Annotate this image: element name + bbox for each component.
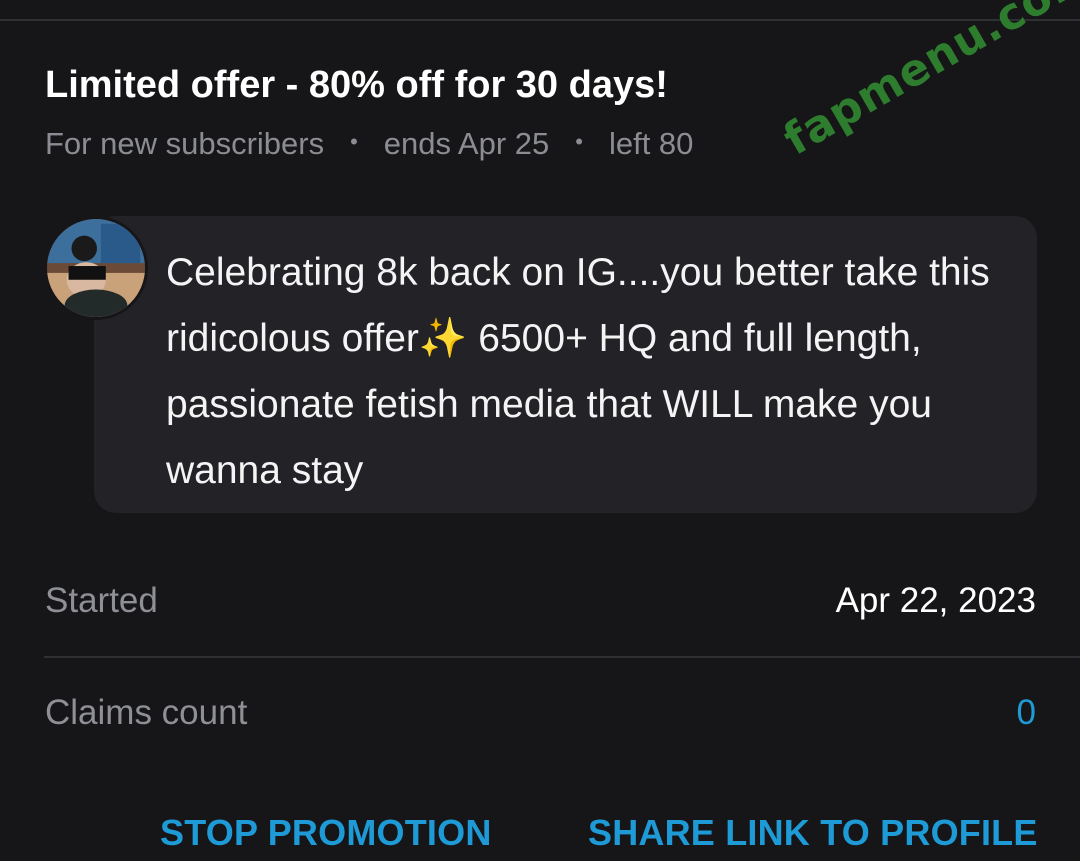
watermark-logo: fapmenu.com xyxy=(775,0,1080,166)
user-avatar[interactable] xyxy=(44,216,148,320)
claims-count-value[interactable]: 0 xyxy=(1017,693,1036,733)
started-value: Apr 22, 2023 xyxy=(835,581,1036,620)
claims-count-label: Claims count xyxy=(45,693,248,732)
promo-message-text: Celebrating 8k back on IG....you better … xyxy=(166,251,990,492)
offer-title: Limited offer - 80% off for 30 days! xyxy=(45,64,668,106)
meta-separator: • xyxy=(575,129,583,154)
row-divider xyxy=(44,656,1080,658)
offer-meta: For new subscribers • ends Apr 25 • left… xyxy=(45,126,693,162)
offer-audience: For new subscribers xyxy=(45,126,325,161)
offer-remaining: left 80 xyxy=(608,126,694,161)
share-link-button[interactable]: SHARE LINK TO PROFILE xyxy=(588,812,1038,854)
started-label: Started xyxy=(45,581,158,620)
stop-promotion-button[interactable]: STOP PROMOTION xyxy=(160,812,492,854)
avatar-image xyxy=(47,219,145,317)
meta-separator: • xyxy=(350,129,358,154)
offer-end-date: ends Apr 25 xyxy=(383,126,550,161)
top-divider xyxy=(0,19,1080,21)
promo-message-bubble: Celebrating 8k back on IG....you better … xyxy=(94,216,1037,513)
